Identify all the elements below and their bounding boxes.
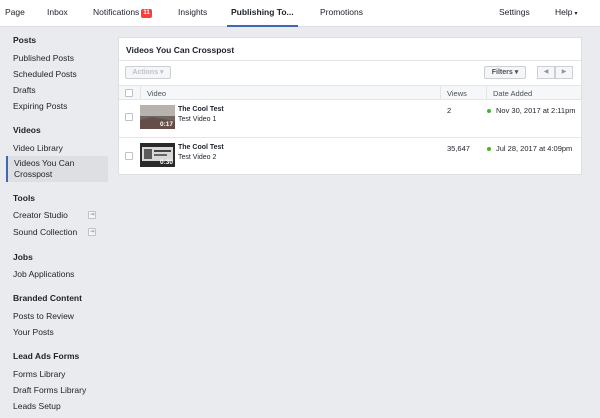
tab-publishing-tools-label: Publishing To...: [231, 7, 294, 17]
sidebar-item-posts-to-review[interactable]: Posts to Review: [13, 311, 74, 321]
video-views: 35,647: [447, 144, 470, 153]
sidebar-item-forms-library[interactable]: Forms Library: [13, 369, 65, 379]
row-checkbox[interactable]: [125, 113, 133, 121]
settings-label: Settings: [499, 7, 530, 17]
sidebar-item-video-library[interactable]: Video Library: [13, 143, 63, 153]
table-row[interactable]: 0:30 The Cool Test Test Video 2 35,647 J…: [119, 139, 581, 175]
top-nav: Page Inbox Notifications 11 Insights Publ…: [0, 0, 600, 27]
sidebar-item-label-line1: Videos You Can: [14, 158, 75, 168]
sidebar-item-creator-studio[interactable]: Creator Studio: [13, 210, 68, 220]
section-title-posts: Posts: [13, 35, 37, 45]
row-divider: [119, 137, 581, 138]
column-header-views[interactable]: Views: [447, 89, 467, 98]
external-link-icon[interactable]: ⇥: [88, 228, 96, 236]
card-title: Videos You Can Crosspost: [126, 45, 235, 55]
divider: [119, 60, 581, 61]
column-divider: [140, 86, 141, 99]
column-header-date-added[interactable]: Date Added: [493, 89, 532, 98]
prev-page-button[interactable]: ◀: [537, 66, 555, 79]
sidebar-item-sound-collection[interactable]: Sound Collection: [13, 227, 77, 237]
sidebar-item-videos-you-can-crosspost[interactable]: Videos You Can Crosspost: [6, 156, 108, 182]
sidebar-item-scheduled-posts[interactable]: Scheduled Posts: [13, 69, 77, 79]
chevron-right-icon: ▶: [561, 69, 567, 75]
sidebar-item-draft-forms-library[interactable]: Draft Forms Library: [13, 385, 86, 395]
tab-notifications-label: Notifications: [93, 7, 140, 17]
tab-inbox[interactable]: Inbox: [47, 0, 68, 27]
chevron-down-icon: ▾: [514, 69, 519, 76]
sidebar: Posts Published Posts Scheduled Posts Dr…: [0, 27, 108, 418]
section-title-lead-ads-forms: Lead Ads Forms: [13, 351, 80, 361]
external-link-icon[interactable]: ⇥: [88, 211, 96, 219]
actions-label: Actions: [132, 69, 159, 76]
section-title-branded-content: Branded Content: [13, 293, 82, 303]
section-title-jobs: Jobs: [13, 252, 33, 262]
video-date-added: Nov 30, 2017 at 2:11pm: [496, 106, 576, 115]
table-header: Video Views Date Added: [119, 85, 581, 100]
video-thumbnail[interactable]: 0:30: [140, 143, 175, 167]
sidebar-item-your-posts[interactable]: Your Posts: [13, 327, 54, 337]
tab-notifications[interactable]: Notifications 11: [93, 0, 152, 27]
help-menu[interactable]: Help ▾: [555, 0, 578, 27]
video-title[interactable]: The Cool Test: [178, 106, 224, 113]
tab-inbox-label: Inbox: [47, 7, 68, 17]
sidebar-item-expiring-posts[interactable]: Expiring Posts: [13, 101, 67, 111]
row-checkbox[interactable]: [125, 152, 133, 160]
video-date-added: Jul 28, 2017 at 4:09pm: [496, 144, 573, 153]
tab-page[interactable]: Page: [5, 0, 25, 27]
video-subtitle: Test Video 1: [178, 116, 217, 123]
video-subtitle: Test Video 2: [178, 154, 217, 161]
tab-publishing-tools[interactable]: Publishing To...: [227, 0, 298, 27]
video-duration: 0:17: [159, 121, 173, 128]
tab-promotions[interactable]: Promotions: [320, 0, 363, 27]
notifications-badge: 11: [141, 9, 152, 18]
crosspost-videos-card: Videos You Can Crosspost Actions ▾ Filte…: [118, 37, 582, 175]
sidebar-item-drafts[interactable]: Drafts: [13, 85, 36, 95]
settings-link[interactable]: Settings: [499, 0, 530, 27]
tab-promotions-label: Promotions: [320, 7, 363, 17]
status-dot: [487, 147, 491, 151]
select-all-checkbox[interactable]: [125, 89, 133, 97]
tab-insights-label: Insights: [178, 7, 208, 17]
sidebar-item-published-posts[interactable]: Published Posts: [13, 53, 74, 63]
sidebar-item-job-applications[interactable]: Job Applications: [13, 269, 74, 279]
table-row[interactable]: 0:17 The Cool Test Test Video 1 2 Nov 30…: [119, 101, 581, 137]
chevron-down-icon: ▾: [160, 69, 164, 76]
next-page-button[interactable]: ▶: [555, 66, 573, 79]
video-views: 2: [447, 106, 452, 115]
sidebar-item-label-line2: Crosspost: [14, 169, 53, 179]
chevron-left-icon: ◀: [543, 69, 549, 75]
column-header-video[interactable]: Video: [147, 89, 166, 98]
actions-dropdown[interactable]: Actions ▾: [125, 66, 171, 79]
column-divider: [440, 86, 441, 99]
tab-insights[interactable]: Insights: [178, 0, 207, 27]
video-thumbnail[interactable]: 0:17: [140, 105, 175, 129]
section-title-tools: Tools: [13, 193, 36, 203]
filters-label: Filters: [491, 69, 513, 76]
tab-page-label: Page: [5, 7, 25, 17]
video-duration: 0:30: [159, 159, 173, 166]
status-dot: [487, 109, 491, 113]
sidebar-item-leads-setup[interactable]: Leads Setup: [13, 401, 61, 411]
column-divider: [486, 86, 487, 99]
filters-dropdown[interactable]: Filters ▾: [484, 66, 526, 79]
video-title[interactable]: The Cool Test: [178, 144, 224, 151]
section-title-videos: Videos: [13, 125, 41, 135]
help-label: Help: [555, 7, 573, 17]
chevron-down-icon: ▾: [574, 11, 578, 17]
